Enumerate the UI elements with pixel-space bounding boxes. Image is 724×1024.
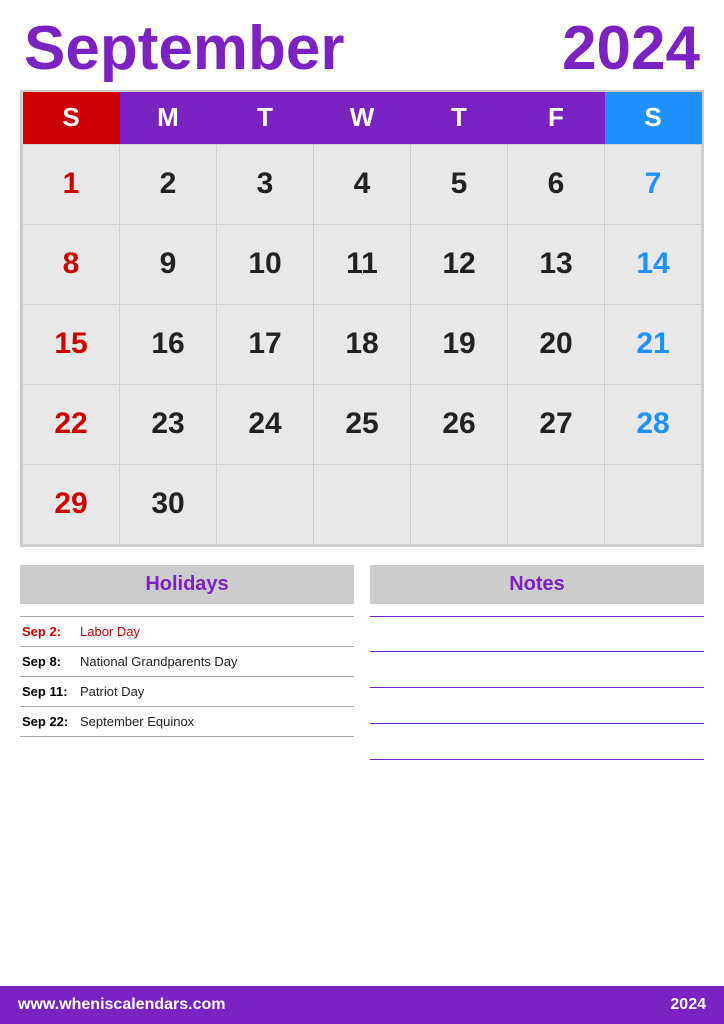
- note-line[interactable]: [370, 724, 704, 760]
- header-monday: M: [120, 92, 217, 144]
- calendar-cell: 29: [23, 464, 120, 544]
- calendar-cell: 30: [120, 464, 217, 544]
- calendar-cell: 5: [411, 144, 508, 224]
- calendar-cell: 6: [508, 144, 605, 224]
- calendar-cell: 20: [508, 304, 605, 384]
- holiday-date: Sep 8:: [22, 654, 80, 669]
- calendar-row: 15161718192021: [23, 304, 702, 384]
- calendar-cell: 13: [508, 224, 605, 304]
- calendar-table: S M T W T F S 12345678910111213141516171…: [22, 92, 702, 545]
- calendar-body: 1234567891011121314151617181920212223242…: [23, 144, 702, 544]
- calendar-cell: 15: [23, 304, 120, 384]
- bottom-section: Holidays Sep 2:Labor DaySep 8:National G…: [20, 565, 704, 1024]
- notes-lines: [370, 616, 704, 760]
- calendar-cell: [217, 464, 314, 544]
- calendar-cell: 23: [120, 384, 217, 464]
- holiday-item: Sep 11:Patriot Day: [20, 676, 354, 706]
- month-title: September: [24, 18, 344, 80]
- calendar-cell: 25: [314, 384, 411, 464]
- calendar-cell: 16: [120, 304, 217, 384]
- holiday-name: Labor Day: [80, 624, 140, 639]
- header-sunday: S: [23, 92, 120, 144]
- calendar-cell: 1: [23, 144, 120, 224]
- holiday-name: Patriot Day: [80, 684, 144, 699]
- calendar-cell: [508, 464, 605, 544]
- calendar-cell: 27: [508, 384, 605, 464]
- holiday-item: Sep 2:Labor Day: [20, 616, 354, 646]
- calendar-cell: [605, 464, 702, 544]
- calendar-cell: 8: [23, 224, 120, 304]
- holidays-panel: Holidays Sep 2:Labor DaySep 8:National G…: [20, 565, 354, 1024]
- header-wednesday: W: [314, 92, 411, 144]
- calendar-cell: 4: [314, 144, 411, 224]
- holiday-date: Sep 2:: [22, 624, 80, 639]
- header-tuesday: T: [217, 92, 314, 144]
- calendar-page: September 2024 S M T W T F S 12345678910…: [0, 0, 724, 1024]
- calendar-cell: 12: [411, 224, 508, 304]
- calendar-row: 22232425262728: [23, 384, 702, 464]
- holidays-header: Holidays: [20, 565, 354, 604]
- header: September 2024: [20, 18, 704, 80]
- weekday-header-row: S M T W T F S: [23, 92, 702, 144]
- year-title: 2024: [562, 18, 700, 80]
- calendar-cell: 14: [605, 224, 702, 304]
- notes-header: Notes: [370, 565, 704, 604]
- calendar-cell: 26: [411, 384, 508, 464]
- calendar-cell: 9: [120, 224, 217, 304]
- calendar-cell: 24: [217, 384, 314, 464]
- note-line[interactable]: [370, 688, 704, 724]
- calendar-cell: 3: [217, 144, 314, 224]
- holiday-date: Sep 11:: [22, 684, 80, 699]
- calendar-cell: [314, 464, 411, 544]
- calendar-wrapper: S M T W T F S 12345678910111213141516171…: [20, 90, 704, 547]
- holiday-name: National Grandparents Day: [80, 654, 238, 669]
- calendar-cell: 21: [605, 304, 702, 384]
- calendar-cell: [411, 464, 508, 544]
- calendar-cell: 22: [23, 384, 120, 464]
- header-saturday: S: [605, 92, 702, 144]
- header-thursday: T: [411, 92, 508, 144]
- holiday-item: Sep 22:September Equinox: [20, 706, 354, 737]
- footer-website: www.wheniscalendars.com: [18, 996, 225, 1014]
- calendar-cell: 17: [217, 304, 314, 384]
- note-line[interactable]: [370, 652, 704, 688]
- notes-panel: Notes: [370, 565, 704, 1024]
- holiday-item: Sep 8:National Grandparents Day: [20, 646, 354, 676]
- calendar-cell: 18: [314, 304, 411, 384]
- header-friday: F: [508, 92, 605, 144]
- calendar-row: 2930: [23, 464, 702, 544]
- calendar-cell: 10: [217, 224, 314, 304]
- calendar-cell: 19: [411, 304, 508, 384]
- holiday-date: Sep 22:: [22, 714, 80, 729]
- calendar-cell: 2: [120, 144, 217, 224]
- footer-year: 2024: [670, 996, 706, 1014]
- calendar-row: 891011121314: [23, 224, 702, 304]
- calendar-row: 1234567: [23, 144, 702, 224]
- footer: www.wheniscalendars.com 2024: [0, 986, 724, 1024]
- calendar-cell: 11: [314, 224, 411, 304]
- calendar-cell: 7: [605, 144, 702, 224]
- note-line[interactable]: [370, 616, 704, 652]
- holiday-list: Sep 2:Labor DaySep 8:National Grandparen…: [20, 616, 354, 737]
- calendar-cell: 28: [605, 384, 702, 464]
- holiday-name: September Equinox: [80, 714, 194, 729]
